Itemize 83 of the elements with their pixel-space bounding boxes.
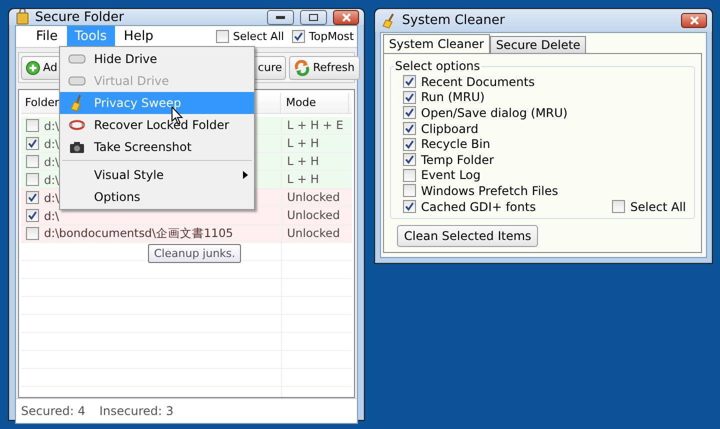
checkbox[interactable]	[403, 90, 416, 104]
menu-item[interactable]: Help	[116, 26, 162, 47]
tooltip: Cleanup junks.	[148, 244, 242, 263]
submenu-arrow-icon	[243, 171, 248, 179]
menu-item[interactable]: Visual Style	[60, 164, 254, 186]
table-row[interactable]: d:\ Unlocked	[21, 207, 352, 225]
table-cell: d:\	[44, 118, 60, 132]
drive-icon	[68, 54, 86, 64]
menu-item[interactable]: File	[28, 26, 66, 47]
checkbox[interactable]	[403, 153, 416, 166]
checkbox-label: Temp Folder	[421, 152, 494, 167]
minimize-button[interactable]	[267, 10, 294, 24]
close-icon	[688, 16, 700, 25]
status-text: Insecured: 3	[99, 404, 174, 418]
table-cell: d:\	[44, 136, 60, 150]
window-title: System Cleaner	[402, 13, 506, 28]
window-title: Secure Folder	[35, 10, 126, 24]
checkbox-label: Select All	[233, 30, 284, 43]
checkbox[interactable]	[403, 106, 416, 120]
table-cell: L + H	[281, 171, 349, 188]
table-cell: L + H	[281, 135, 349, 152]
close-icon	[340, 12, 352, 22]
plus-icon	[26, 60, 40, 74]
table-cell: L + H + E	[281, 117, 349, 134]
table-cell: Unlocked	[281, 225, 349, 242]
table-cell: d:\	[44, 208, 60, 222]
checkbox[interactable]	[26, 155, 39, 168]
tab[interactable]: Secure Delete	[490, 36, 586, 53]
checkbox-label: Cached GDI+ fonts	[421, 200, 536, 214]
table-cell: d:\	[44, 172, 60, 186]
checkbox-label: Run (MRU)	[421, 90, 485, 104]
checkbox-label: TopMost	[309, 30, 354, 43]
maximize-icon	[309, 14, 318, 20]
table-cell: Unlocked	[281, 207, 349, 224]
checkbox[interactable]	[26, 173, 39, 186]
checkbox[interactable]	[26, 227, 39, 240]
refresh-icon	[294, 60, 310, 76]
minimize-icon	[276, 16, 285, 18]
checkbox[interactable]	[403, 122, 416, 136]
checkbox[interactable]	[403, 75, 416, 88]
recover-icon	[68, 119, 86, 131]
table-cell: d:\	[44, 190, 60, 204]
table-cell: d:\	[44, 154, 60, 168]
checkbox[interactable]	[403, 168, 416, 182]
menu-item[interactable]: Options	[60, 186, 254, 208]
checkbox[interactable]	[216, 30, 229, 43]
app-icon	[16, 9, 29, 25]
drive-icon	[68, 76, 86, 86]
checkbox-label: Clipboard	[421, 122, 478, 136]
group-title: Select options	[394, 59, 482, 73]
checkbox[interactable]	[403, 184, 416, 198]
broom-icon	[70, 94, 84, 112]
checkbox[interactable]	[403, 138, 416, 151]
table-row[interactable]: d:\bondocumentsd\企画文書1105 Unlocked	[21, 225, 352, 243]
checkbox[interactable]	[26, 209, 39, 222]
checkbox-label: Recent Documents	[421, 74, 535, 89]
close-button[interactable]	[333, 10, 359, 24]
checkbox[interactable]	[612, 200, 626, 214]
checkbox-label: Event Log	[421, 168, 481, 182]
refresh-button[interactable]: Refresh	[289, 56, 360, 80]
table-cell: d:\bondocumentsd\企画文書1105	[44, 226, 234, 241]
checkbox[interactable]	[26, 119, 39, 132]
table-cell: Unlocked	[281, 189, 349, 206]
menu-item[interactable]: Hide Drive	[60, 48, 254, 70]
column-header[interactable]: Mode	[281, 92, 349, 112]
broom-icon	[382, 12, 396, 28]
clean-button[interactable]: Clean Selected Items	[397, 225, 538, 247]
close-button[interactable]	[681, 13, 707, 28]
status-text: Secured: 4	[21, 404, 86, 418]
menu-item[interactable]: Take Screenshot	[60, 136, 254, 158]
checkbox-label: Windows Prefetch Files	[421, 184, 558, 198]
menu-item[interactable]: Recover Locked Folder	[60, 114, 254, 136]
checkbox-label: Select All	[630, 200, 686, 214]
checkbox-label: Recycle Bin	[421, 137, 490, 152]
checkbox[interactable]	[403, 200, 416, 214]
camera-icon	[69, 140, 85, 154]
table-cell: L + H	[281, 153, 349, 170]
checkbox-label: Open/Save dialog (MRU)	[421, 106, 568, 120]
tab[interactable]: System Cleaner	[383, 34, 490, 53]
maximize-button[interactable]	[300, 10, 327, 24]
checkbox[interactable]	[26, 137, 39, 150]
checkbox[interactable]	[292, 30, 305, 43]
checkbox[interactable]	[26, 191, 39, 204]
